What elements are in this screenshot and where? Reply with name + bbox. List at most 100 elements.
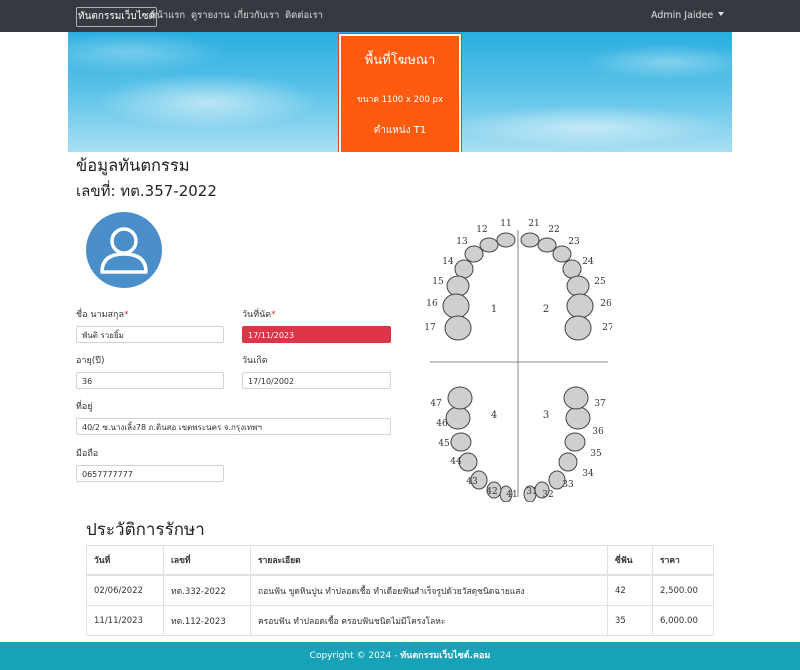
ad-title: พื้นที่โฆษณา xyxy=(364,53,436,68)
cell-details: ครอบฟัน ทำปลอดเชื้อ ครอบฟันชนิดไม่มีโครง… xyxy=(250,605,608,636)
tooth-26[interactable] xyxy=(566,293,594,319)
cell-date: 11/11/2023 xyxy=(86,605,164,636)
tooth-label-25: 25 xyxy=(594,277,606,287)
name-label: ชื่อ นามสกุล* xyxy=(76,310,129,320)
tooth-22[interactable] xyxy=(537,237,557,253)
tooth-label-24: 24 xyxy=(582,257,594,267)
tooth-37[interactable] xyxy=(563,386,589,410)
tooth-label-16: 16 xyxy=(426,299,438,309)
tooth-label-26: 26 xyxy=(600,299,612,309)
cell-number: ทต.332-2022 xyxy=(163,574,251,606)
tooth-label-13: 13 xyxy=(456,237,468,247)
tooth-46[interactable] xyxy=(445,406,471,430)
age-label: อายุ(ปี) xyxy=(76,356,105,366)
table-row[interactable]: 02/06/2022 ทต.332-2022 ถอนฟัน ขูดหินปูน … xyxy=(86,574,714,606)
appointment-date-field[interactable]: 17/11/2023 xyxy=(242,326,391,343)
cell-price: 6,000.00 xyxy=(652,605,714,636)
tooth-label-44: 44 xyxy=(450,457,462,467)
table-row[interactable]: 11/11/2023 ทต.112-2023 ครอบฟัน ทำปลอดเชื… xyxy=(86,605,714,636)
user-icon xyxy=(100,227,148,274)
tooth-label-47: 47 xyxy=(430,399,442,409)
tooth-16[interactable] xyxy=(442,293,470,319)
history-table: วันที่ เลขที่ รายละเอียด ซี่ฟัน ราคา 02/… xyxy=(86,545,714,636)
tooth-label-36: 36 xyxy=(592,427,604,437)
footer-copyright: Copyright © 2024 - xyxy=(309,651,401,661)
nav-about[interactable]: เกี่ยวกับเรา xyxy=(234,9,279,23)
brand-link[interactable]: ทันตกรรมเว็บไซต์ xyxy=(76,7,158,27)
tooth-label-37: 37 xyxy=(594,399,606,409)
tooth-23[interactable] xyxy=(552,245,572,263)
tooth-25[interactable] xyxy=(566,275,590,297)
tooth-21[interactable] xyxy=(520,232,540,248)
col-price: ราคา xyxy=(652,545,714,576)
tooth-47[interactable] xyxy=(447,386,473,410)
tooth-label-17: 17 xyxy=(424,323,436,333)
ad-position: ตำแหน่ง T1 xyxy=(373,125,427,136)
table-header-row: วันที่ เลขที่ รายละเอียด ซี่ฟัน ราคา xyxy=(86,545,714,576)
cell-price: 2,500.00 xyxy=(652,574,714,606)
tooth-label-31: 31 xyxy=(526,487,537,497)
footer-site-link[interactable]: ทันตกรรมเว็บไซต์.คอม xyxy=(400,651,490,661)
tooth-11[interactable] xyxy=(496,232,516,248)
tooth-36[interactable] xyxy=(565,406,591,430)
tooth-label-22: 22 xyxy=(548,225,559,235)
footer: Copyright © 2024 - ทันตกรรมเว็บไซต์.คอม xyxy=(0,642,800,670)
tooth-label-14: 14 xyxy=(442,257,454,267)
tooth-34[interactable] xyxy=(558,452,578,472)
tooth-label-35: 35 xyxy=(590,449,602,459)
tooth-label-33: 33 xyxy=(562,480,574,490)
col-tooth: ซี่ฟัน xyxy=(607,545,653,576)
tooth-label-11: 11 xyxy=(500,219,511,229)
tooth-label-32: 32 xyxy=(542,490,553,500)
age-field[interactable]: 36 xyxy=(76,372,224,389)
birthdate-field[interactable]: 17/10/2002 xyxy=(242,372,391,389)
tooth-label-46: 46 xyxy=(436,419,448,429)
chevron-down-icon xyxy=(718,12,725,16)
tooth-label-27: 27 xyxy=(602,323,612,333)
tooth-label-15: 15 xyxy=(432,277,444,287)
appointment-label: วันที่นัด* xyxy=(242,310,276,320)
cell-tooth: 35 xyxy=(607,605,653,636)
tooth-17[interactable] xyxy=(444,315,472,341)
address-label: ที่อยู่ xyxy=(76,402,93,412)
navbar: ทันตกรรมเว็บไซต์ หน้าแรก ดูรายงาน เกี่ยว… xyxy=(0,0,800,32)
page-title: ข้อมูลทันตกรรม xyxy=(76,156,190,175)
quadrant-label-2: 2 xyxy=(543,304,549,315)
quadrant-label-3: 3 xyxy=(543,410,549,421)
tooth-45[interactable] xyxy=(450,432,472,452)
tooth-label-34: 34 xyxy=(582,469,594,479)
tooth-14[interactable] xyxy=(454,259,474,279)
nav-contact[interactable]: ติดต่อเรา xyxy=(285,9,323,23)
quadrant-label-1: 1 xyxy=(491,304,497,315)
tooth-chart[interactable]: 111213141516172122232425262731 3233343536… xyxy=(418,212,612,502)
record-number: เลขที่: ทต.357-2022 xyxy=(76,182,217,200)
ad-placeholder[interactable]: พื้นที่โฆษณา ขนาด 1100 x 200 px ตำแหน่ง … xyxy=(339,34,461,152)
ad-size: ขนาด 1100 x 200 px xyxy=(356,95,444,105)
tooth-13[interactable] xyxy=(464,245,484,263)
address-field[interactable]: 40/2 ซ.นางเลิ้ง78 ถ.ดินสอ เขตพระนคร จ.กร… xyxy=(76,418,391,435)
phone-field[interactable]: 0657777777 xyxy=(76,465,224,482)
tooth-label-12: 12 xyxy=(476,225,487,235)
quadrant-label-4: 4 xyxy=(491,410,497,421)
name-field[interactable]: พันติ รวยยิ้ม xyxy=(76,326,224,343)
cell-number: ทต.112-2023 xyxy=(163,605,251,636)
phone-label: มือถือ xyxy=(76,449,99,459)
tooth-label-23: 23 xyxy=(568,237,580,247)
cell-date: 02/06/2022 xyxy=(86,574,164,606)
col-date: วันที่ xyxy=(86,545,164,576)
nav-home[interactable]: หน้าแรก xyxy=(150,9,185,23)
tooth-27[interactable] xyxy=(564,315,592,341)
nav-reports[interactable]: ดูรายงาน xyxy=(191,9,230,23)
tooth-15[interactable] xyxy=(446,275,470,297)
cell-tooth: 42 xyxy=(607,574,653,606)
tooth-label-42: 42 xyxy=(486,487,497,497)
user-name: Admin Jaidee xyxy=(651,10,714,21)
cell-details: ถอนฟัน ขูดหินปูน ทำปลอดเชื้อ ทำเดือยฟันส… xyxy=(250,574,608,606)
user-menu[interactable]: Admin Jaidee xyxy=(651,9,725,23)
tooth-35[interactable] xyxy=(564,432,586,452)
ad-banner: พื้นที่โฆษณา ขนาด 1100 x 200 px ตำแหน่ง … xyxy=(68,32,732,152)
tooth-24[interactable] xyxy=(562,259,582,279)
col-number: เลขที่ xyxy=(163,545,251,576)
tooth-label-43: 43 xyxy=(466,477,478,487)
tooth-12[interactable] xyxy=(479,237,499,253)
